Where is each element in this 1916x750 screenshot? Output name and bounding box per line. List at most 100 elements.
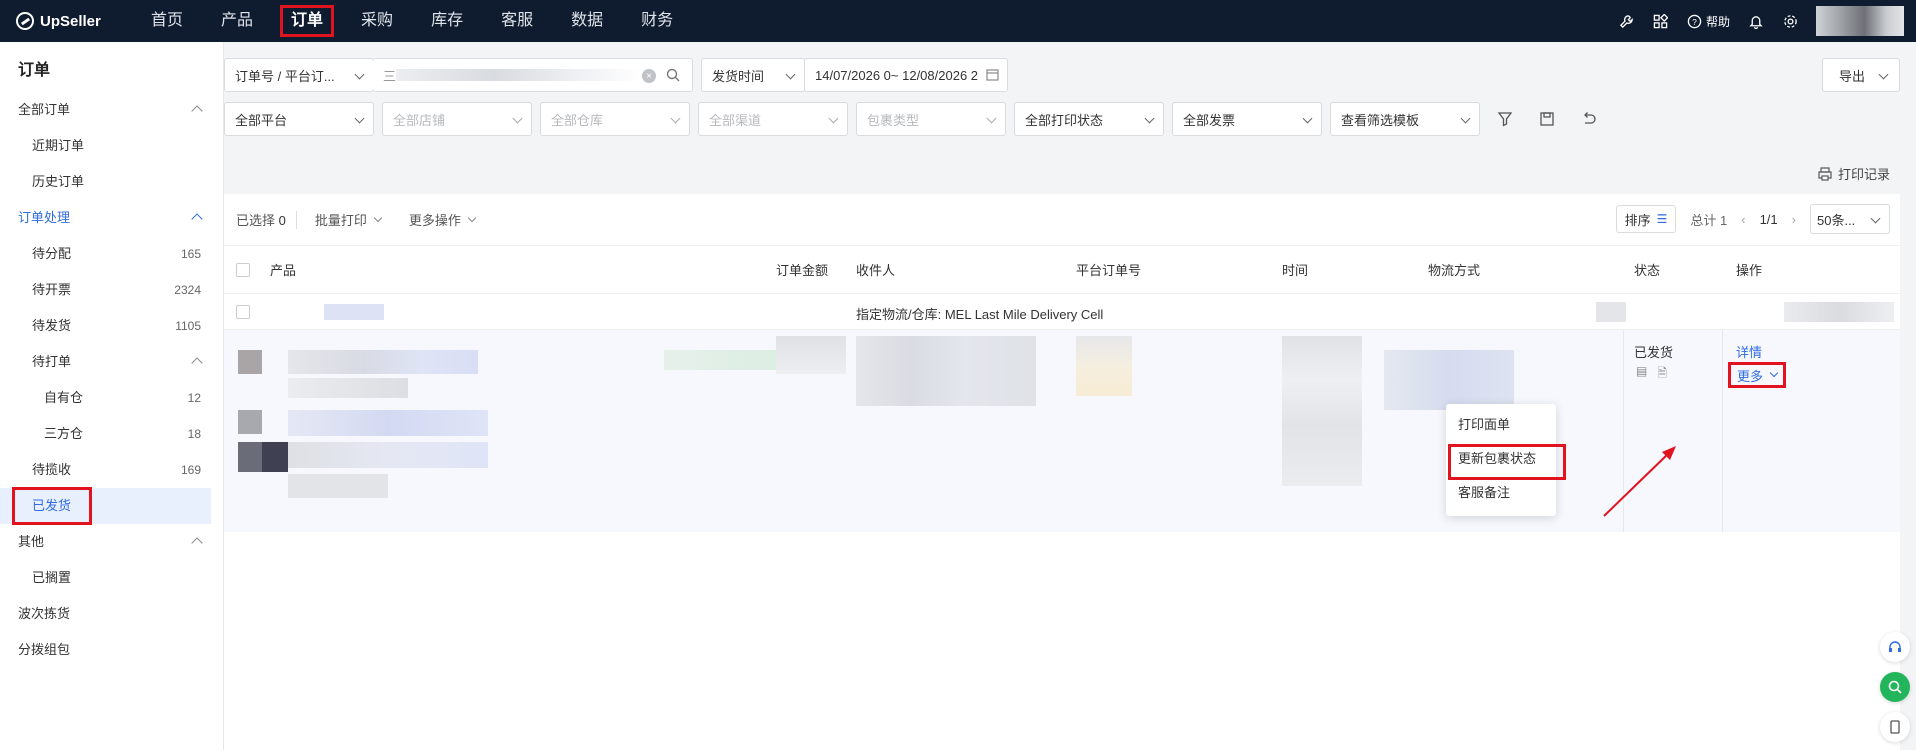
sidebar-item-recent-orders[interactable]: 近期订单 <box>0 128 223 164</box>
search-type-select[interactable]: 订单号 / 平台订... <box>224 58 374 92</box>
nav-item-products[interactable]: 产品 <box>202 0 272 42</box>
barcode-icon: ▤ <box>1636 364 1648 378</box>
sidebar-item-sorting-packing[interactable]: 分拨组包 <box>0 632 223 668</box>
total-count: 总计 1 <box>1690 212 1728 228</box>
col-action: 操作 <box>1736 263 1763 278</box>
detail-link[interactable]: 详情 <box>1736 342 1762 361</box>
search-icon[interactable] <box>666 68 680 85</box>
sidebar-item-wave-picking[interactable]: 波次拣货 <box>0 596 223 632</box>
redacted-block <box>1784 302 1894 322</box>
chevron-down-icon <box>1870 213 1881 224</box>
chevron-down-icon <box>1878 69 1889 80</box>
nav-item-service[interactable]: 客服 <box>482 0 552 42</box>
bell-icon[interactable] <box>1748 13 1764 29</box>
redacted-block <box>324 304 384 320</box>
print-log-link[interactable]: 打印记录 <box>1818 164 1890 183</box>
col-status: 状态 <box>1634 263 1661 278</box>
prev-page-icon[interactable]: ‹ <box>1741 212 1745 227</box>
platform-select[interactable]: 全部平台 <box>224 102 374 136</box>
nav-item-purchase[interactable]: 采购 <box>342 0 412 42</box>
sidebar-item-to-collect[interactable]: 待揽收 169 <box>0 452 223 488</box>
print-status-select[interactable]: 全部打印状态 <box>1014 102 1164 136</box>
channel-select[interactable]: 全部渠道 <box>698 102 848 136</box>
sort-icon: ☰ <box>1656 212 1668 226</box>
group-checkbox[interactable] <box>236 305 250 319</box>
page-indicator: 1/1 <box>1759 211 1778 227</box>
count-badge: 1105 <box>175 319 201 333</box>
package-type-select[interactable]: 包裹类型 <box>856 102 1006 136</box>
sort-button[interactable]: 排序 ☰ <box>1615 205 1677 233</box>
menu-item-update-package-status[interactable]: 更新包裹状态 <box>1446 442 1566 480</box>
tools-icon[interactable] <box>1619 13 1635 29</box>
clear-icon[interactable]: × <box>642 69 656 83</box>
nav-item-finance[interactable]: 财务 <box>622 0 692 42</box>
date-range-picker[interactable]: 14/07/2026 0~ 12/08/2026 2 <box>804 58 1008 92</box>
store-select[interactable]: 全部店铺 <box>382 102 532 136</box>
search-icon[interactable] <box>1880 672 1910 702</box>
nav-item-inventory[interactable]: 库存 <box>412 0 482 42</box>
col-logistics: 物流方式 <box>1428 263 1481 278</box>
count-badge: 12 <box>187 391 201 405</box>
count-badge: 169 <box>180 463 201 477</box>
date-type-select[interactable]: 发货时间 <box>701 58 805 92</box>
nav-item-data[interactable]: 数据 <box>552 0 622 42</box>
help-button[interactable]: ? 帮助 <box>1687 13 1730 30</box>
page-size-select[interactable]: 50条... <box>1810 204 1890 234</box>
export-button[interactable]: 导出 <box>1822 58 1900 92</box>
more-button[interactable]: 更多 <box>1728 362 1786 388</box>
col-time: 时间 <box>1282 263 1309 278</box>
chevron-down-icon <box>1144 113 1155 124</box>
redacted-text <box>396 69 642 81</box>
col-platform-order: 平台订单号 <box>1076 263 1142 278</box>
phone-icon[interactable] <box>1880 712 1910 742</box>
headset-icon[interactable] <box>1880 632 1910 662</box>
order-status: 已发货 <box>1634 345 1674 360</box>
menu-item-print-label[interactable]: 打印面单 <box>1446 408 1556 442</box>
sidebar-item-to-print[interactable]: 待打单 <box>0 344 223 380</box>
filter-template-select[interactable]: 查看筛选模板 <box>1330 102 1480 136</box>
gear-icon[interactable] <box>1782 13 1798 29</box>
chevron-down-icon <box>1769 368 1779 378</box>
sidebar-item-other[interactable]: 其他 <box>0 524 223 560</box>
sidebar-item-order-processing[interactable]: 订单处理 <box>0 200 223 236</box>
orders-panel: 已选择 0 批量打印 更多操作 排序 ☰ 总计 1 ‹ 1/1 › 50条... … <box>224 194 1900 750</box>
sidebar-item-history-orders[interactable]: 历史订单 <box>0 164 223 200</box>
chevron-down-icon <box>512 113 523 124</box>
col-receiver: 收件人 <box>856 263 896 278</box>
count-badge: 18 <box>187 427 201 441</box>
sidebar-item-to-assign[interactable]: 待分配 165 <box>0 236 223 272</box>
printer-icon <box>1818 166 1832 181</box>
top-nav: UpSeller 首页 产品 订单 采购 库存 客服 数据 财务 ? 帮助 <box>0 0 1916 42</box>
sidebar-item-on-hold[interactable]: 已搁置 <box>0 560 223 596</box>
next-page-icon[interactable]: › <box>1792 212 1796 227</box>
apps-icon[interactable] <box>1653 13 1669 29</box>
sidebar-item-all-orders[interactable]: 全部订单 <box>0 92 223 128</box>
menu-item-service-note[interactable]: 客服备注 <box>1446 476 1556 510</box>
more-actions-button[interactable]: 更多操作 <box>409 210 477 229</box>
batch-print-button[interactable]: 批量打印 <box>315 210 383 229</box>
redacted-time <box>1282 336 1362 486</box>
brand-name: UpSeller <box>40 12 101 30</box>
nav-item-home[interactable]: 首页 <box>132 0 202 42</box>
save-icon[interactable] <box>1530 102 1564 136</box>
collapse-icon <box>191 213 203 225</box>
brand-logo[interactable]: UpSeller <box>0 12 120 30</box>
invoice-select[interactable]: 全部发票 <box>1172 102 1322 136</box>
nav-item-orders[interactable]: 订单 <box>272 0 342 42</box>
more-dropdown-menu: 打印面单 更新包裹状态 客服备注 <box>1446 404 1566 516</box>
sidebar-item-shipped[interactable]: 已发货 <box>0 487 211 525</box>
user-avatar[interactable] <box>1816 6 1904 36</box>
search-input[interactable]: 三 × <box>373 58 693 92</box>
main-content: 订单号 / 平台订... 三 × 发货时间 14/07/2026 0~ 12/0… <box>224 42 1916 750</box>
collapse-icon <box>191 537 203 549</box>
sidebar-item-to-invoice[interactable]: 待开票 2324 <box>0 272 223 308</box>
warehouse-select[interactable]: 全部仓库 <box>540 102 690 136</box>
reset-icon[interactable] <box>1572 102 1606 136</box>
filter-icon[interactable] <box>1488 102 1522 136</box>
sidebar-item-own-warehouse[interactable]: 自有仓 12 <box>0 380 223 416</box>
sidebar-item-third-party-warehouse[interactable]: 三方仓 18 <box>0 416 223 452</box>
main-menu: 首页 产品 订单 采购 库存 客服 数据 财务 <box>132 0 692 42</box>
col-product: 产品 <box>270 263 297 278</box>
sidebar-item-to-ship[interactable]: 待发货 1105 <box>0 308 223 344</box>
select-all-checkbox[interactable] <box>236 263 250 277</box>
